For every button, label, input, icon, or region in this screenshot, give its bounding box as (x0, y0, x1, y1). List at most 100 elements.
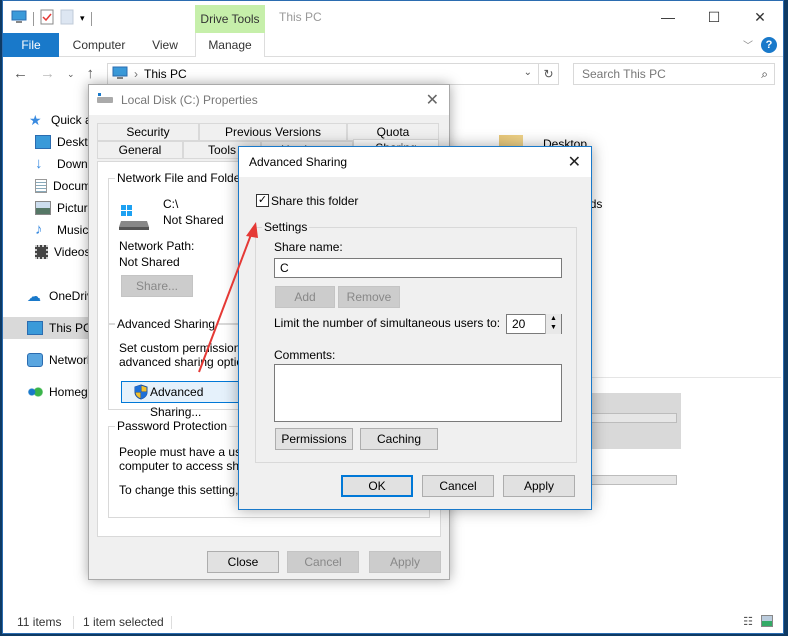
quick-access-toolbar: ▾ (11, 9, 92, 28)
search-placeholder: Search This PC (582, 67, 666, 81)
tab-previous-versions[interactable]: Previous Versions (199, 123, 347, 141)
drive-tools-label: Drive Tools (195, 5, 265, 33)
share-button[interactable]: Share... (121, 275, 193, 297)
user-limit-value: 20 (512, 317, 526, 331)
drive-icon (97, 92, 113, 108)
up-icon[interactable]: ↑ (87, 65, 95, 83)
user-limit-stepper[interactable]: 20 ▲ ▼ (506, 314, 562, 334)
caching-button[interactable]: Caching (360, 428, 438, 450)
new-folder-icon[interactable] (60, 9, 74, 28)
advanced-sharing-dialog: Advanced Sharing ✕ ✓ Share this folder S… (238, 146, 592, 510)
computer-icon[interactable] (11, 10, 27, 27)
pictures-icon (35, 201, 51, 215)
add-button[interactable]: Add (275, 286, 335, 308)
group-legend: Password Protection (115, 419, 230, 433)
drive-path: C:\ (163, 197, 179, 211)
sidebar-item-label: Music (57, 223, 89, 237)
share-folder-checkbox[interactable]: ✓ (256, 194, 269, 207)
comments-label: Comments: (274, 348, 336, 362)
window-title: This PC (279, 10, 322, 24)
properties-icon[interactable] (40, 9, 54, 28)
details-view-icon[interactable]: ☷ (743, 615, 753, 628)
item-count: 11 items (17, 615, 62, 629)
user-limit-label: Limit the number of simultaneous users t… (274, 316, 501, 330)
desktop-icon (35, 135, 51, 149)
drive-icon (119, 205, 151, 234)
divider (171, 616, 172, 629)
group-legend: Advanced Sharing (115, 317, 218, 331)
share-name-label: Share name: (274, 240, 343, 254)
comments-textarea[interactable] (274, 364, 562, 422)
button-label: Advanced Sharing... (150, 385, 204, 419)
video-icon (35, 245, 48, 259)
ok-button[interactable]: OK (341, 475, 413, 497)
tab-general[interactable]: General (97, 141, 183, 159)
divider (73, 616, 74, 629)
close-icon[interactable]: ✕ (426, 90, 439, 110)
search-icon: ⌕ (761, 67, 768, 81)
large-icons-view-icon[interactable] (761, 615, 773, 627)
sidebar-item-label: This PC (49, 321, 92, 335)
tab-computer[interactable]: Computer (67, 33, 131, 57)
increment-icon[interactable]: ▲ (546, 314, 561, 323)
sidebar-item-label: Network (49, 353, 94, 367)
title-bar: ▾ Drive Tools This PC — ☐ ✕ (3, 1, 783, 33)
group-legend: Settings (262, 220, 310, 234)
sidebar-item-label: Videos (54, 245, 91, 259)
maximize-button[interactable]: ☐ (691, 1, 737, 33)
homegroup-icon (27, 385, 43, 399)
dialog-title: Advanced Sharing (239, 147, 591, 177)
computer-icon (27, 321, 43, 335)
ribbon-tabs: File Computer View Manage ﹀ ? (3, 33, 783, 57)
apply-button[interactable]: Apply (369, 551, 441, 573)
tab-security[interactable]: Security (97, 123, 199, 141)
selection-count: 1 item selected (83, 615, 164, 629)
settings-group: Settings Share name: C Add Remove Limit … (255, 220, 577, 463)
network-path-value: Not Shared (119, 255, 180, 269)
sharing-state: Not Shared (163, 213, 224, 227)
recent-locations-icon[interactable]: ⌄ (67, 65, 75, 83)
network-path-label: Network Path: (119, 239, 195, 253)
remove-button[interactable]: Remove (338, 286, 400, 308)
address-bar[interactable]: › This PC ⌄ ↻ (107, 63, 559, 85)
document-icon (35, 179, 47, 193)
customize-toolbar-icon[interactable]: ▾ (80, 13, 85, 24)
computer-icon (112, 66, 128, 83)
stepper-arrows[interactable]: ▲ ▼ (545, 314, 561, 334)
advanced-sharing-button[interactable]: Advanced Sharing... (121, 381, 251, 419)
minimize-button[interactable]: — (645, 1, 691, 33)
share-name-input[interactable]: C (274, 258, 562, 278)
expand-ribbon-icon[interactable]: ﹀ (743, 37, 753, 52)
network-icon (27, 353, 43, 367)
decrement-icon[interactable]: ▼ (546, 323, 561, 332)
back-icon[interactable]: ← (13, 65, 28, 83)
divider (33, 11, 34, 26)
music-icon: ♪ (35, 221, 43, 238)
permissions-button[interactable]: Permissions (275, 428, 353, 450)
apply-button[interactable]: Apply (503, 475, 575, 497)
close-button[interactable]: Close (207, 551, 279, 573)
breadcrumb[interactable]: This PC (144, 67, 187, 81)
tab-manage[interactable]: Manage (195, 33, 265, 57)
help-icon[interactable]: ? (761, 37, 777, 53)
address-dropdown-icon[interactable]: ⌄ (524, 67, 532, 78)
status-bar: 11 items 1 item selected ☷ (3, 611, 783, 633)
tab-view[interactable]: View (141, 33, 189, 57)
share-folder-label[interactable]: Share this folder (271, 194, 358, 208)
forward-icon[interactable]: → (40, 65, 55, 83)
cloud-icon: ☁ (27, 288, 41, 304)
dialog-title: Local Disk (C:) Properties (121, 93, 258, 107)
close-icon[interactable]: ✕ (568, 152, 581, 172)
properties-title-bar: Local Disk (C:) Properties (89, 85, 449, 115)
tab-file[interactable]: File (3, 33, 59, 57)
cancel-button[interactable]: Cancel (422, 475, 494, 497)
shield-icon (134, 384, 148, 406)
search-input[interactable]: Search This PC ⌕ (573, 63, 775, 85)
download-icon: ↓ (35, 155, 43, 172)
close-button[interactable]: ✕ (737, 1, 783, 33)
refresh-icon[interactable]: ↻ (538, 64, 558, 84)
star-icon: ★ (29, 112, 42, 128)
breadcrumb-separator-icon: › (134, 67, 138, 81)
cancel-button[interactable]: Cancel (287, 551, 359, 573)
divider (90, 11, 92, 26)
